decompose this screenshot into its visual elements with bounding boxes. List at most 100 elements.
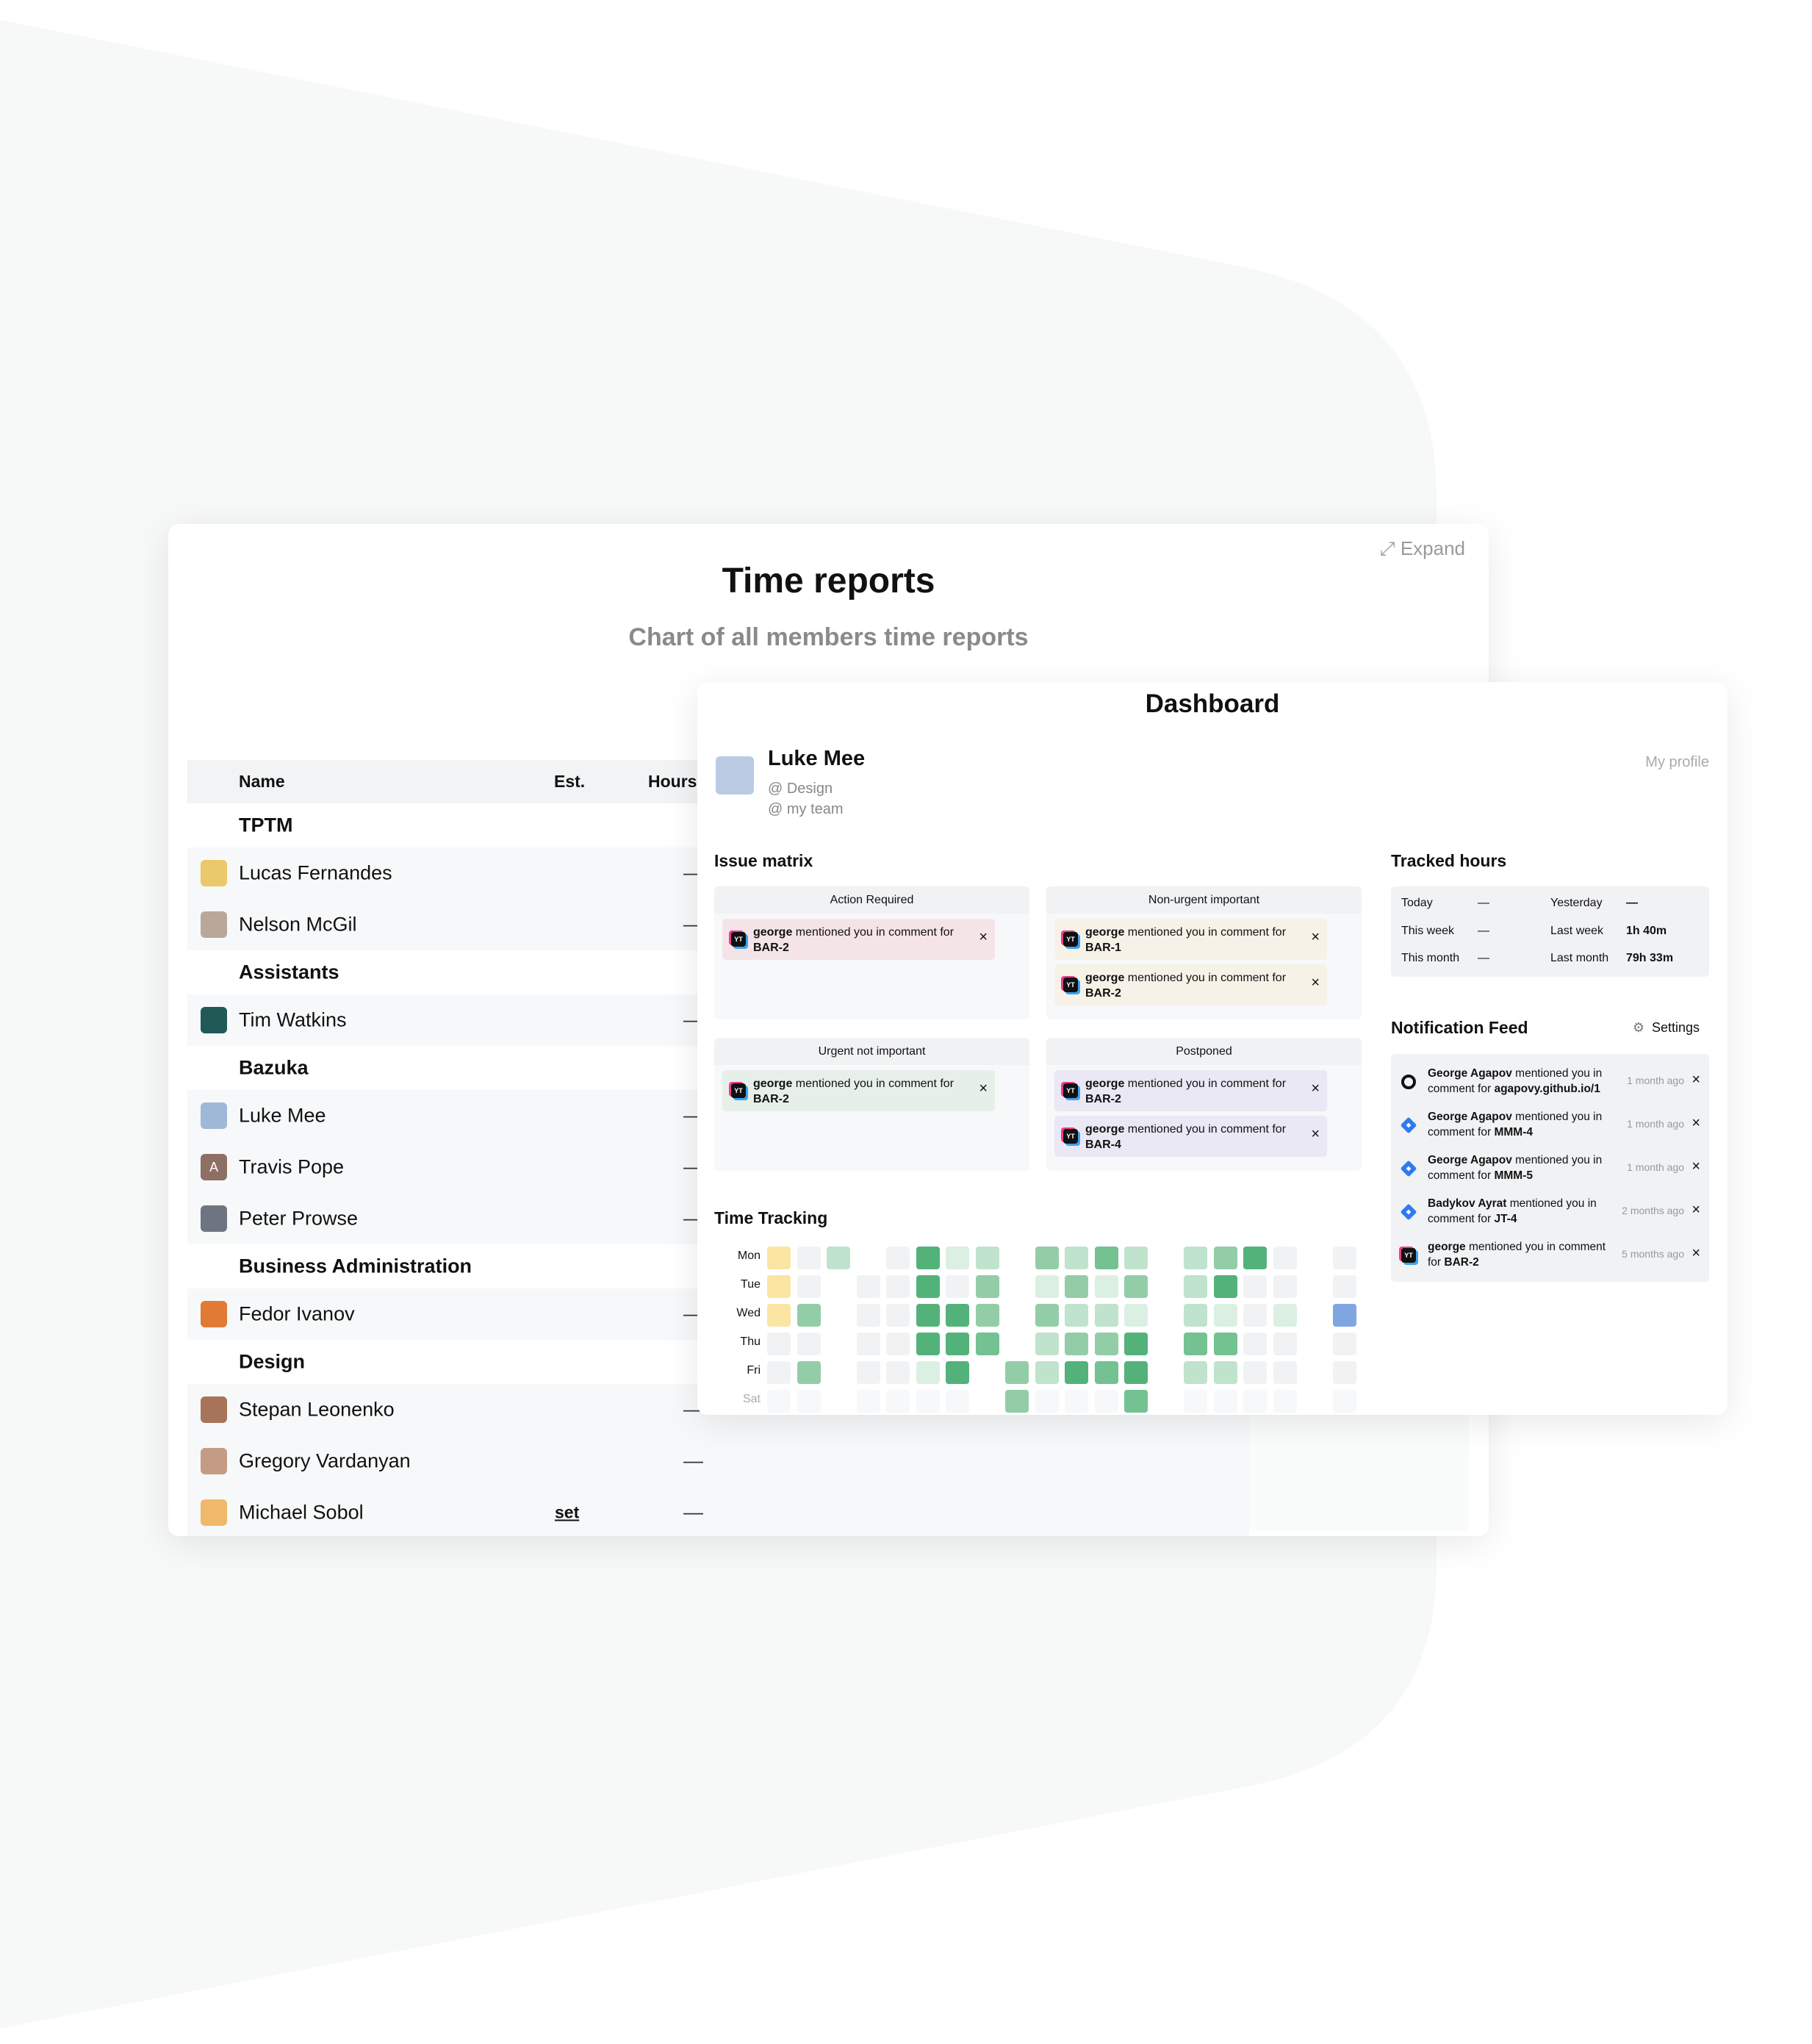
heatmap-cell[interactable] (946, 1361, 969, 1384)
heatmap-cell[interactable] (886, 1247, 910, 1269)
heatmap-cell[interactable] (1065, 1333, 1088, 1355)
heatmap-cell[interactable] (1184, 1275, 1207, 1298)
heatmap-cell[interactable] (946, 1247, 969, 1269)
heatmap-cell[interactable] (1273, 1275, 1297, 1298)
heatmap-cell[interactable] (1035, 1275, 1059, 1298)
heatmap-cell[interactable] (886, 1390, 910, 1413)
heatmap-cell[interactable] (1094, 1275, 1118, 1298)
heatmap-cell[interactable] (946, 1275, 969, 1298)
close-icon[interactable]: × (1311, 1080, 1320, 1097)
heatmap-cell[interactable] (1213, 1275, 1237, 1298)
issue-id[interactable]: BAR-1 (1085, 942, 1121, 954)
heatmap-cell[interactable] (767, 1361, 791, 1384)
member-row[interactable]: — Gregory Vardanyan (187, 1435, 1249, 1487)
heatmap-cell[interactable] (1273, 1361, 1297, 1384)
heatmap-cell[interactable] (767, 1390, 791, 1413)
heatmap-cell[interactable] (856, 1304, 880, 1327)
heatmap-cell[interactable] (1184, 1247, 1207, 1269)
heatmap-cell[interactable] (1213, 1304, 1237, 1327)
heatmap-cell[interactable] (1273, 1390, 1297, 1413)
close-icon[interactable]: × (1691, 1202, 1700, 1219)
profile-team-design[interactable]: @ Design (768, 781, 833, 797)
close-icon[interactable]: × (1691, 1158, 1700, 1175)
heatmap-cell[interactable] (886, 1333, 910, 1355)
heatmap-cell[interactable] (1124, 1275, 1148, 1298)
heatmap-cell[interactable] (856, 1390, 880, 1413)
heatmap-cell[interactable] (1213, 1333, 1237, 1355)
notification-item[interactable]: YT george mentioned you in comment for BA… (1391, 1233, 1709, 1277)
heatmap-cell[interactable] (1094, 1247, 1118, 1269)
heatmap-cell[interactable] (1035, 1390, 1059, 1413)
heatmap-cell[interactable] (1005, 1390, 1029, 1413)
heatmap-cell[interactable] (1124, 1247, 1148, 1269)
column-name[interactable]: Name (239, 772, 285, 792)
heatmap-cell[interactable] (767, 1275, 791, 1298)
heatmap-cell[interactable] (1184, 1304, 1207, 1327)
heatmap-cell[interactable] (1035, 1333, 1059, 1355)
issue-item[interactable]: YT george mentioned you in comment for BAR… (1054, 919, 1327, 960)
notification-target[interactable]: agapovy.github.io/1 (1494, 1083, 1600, 1095)
heatmap-cell[interactable] (1184, 1361, 1207, 1384)
heatmap-cell[interactable] (856, 1333, 880, 1355)
heatmap-cell[interactable] (1065, 1247, 1088, 1269)
heatmap-cell[interactable] (1094, 1304, 1118, 1327)
heatmap-cell[interactable] (856, 1361, 880, 1384)
heatmap-cell[interactable] (1065, 1304, 1088, 1327)
avatar[interactable] (716, 756, 754, 795)
column-hours[interactable]: Hours (648, 772, 697, 792)
set-estimate-link[interactable]: set (555, 1503, 579, 1523)
notification-target[interactable]: MMM-5 (1494, 1169, 1533, 1182)
heatmap-cell[interactable] (1273, 1304, 1297, 1327)
heatmap-cell[interactable] (827, 1247, 850, 1269)
heatmap-cell[interactable] (1273, 1247, 1297, 1269)
heatmap-cell[interactable] (1035, 1361, 1059, 1384)
heatmap-cell[interactable] (767, 1333, 791, 1355)
heatmap-cell[interactable] (1213, 1390, 1237, 1413)
heatmap-cell[interactable] (767, 1304, 791, 1327)
heatmap-cell[interactable] (1213, 1361, 1237, 1384)
heatmap-cell[interactable] (975, 1304, 999, 1327)
heatmap-cell[interactable] (1065, 1275, 1088, 1298)
close-icon[interactable]: × (979, 929, 988, 946)
heatmap-cell[interactable] (797, 1247, 821, 1269)
profile-team-my-team[interactable]: @ my team (768, 801, 844, 818)
heatmap-cell[interactable] (886, 1304, 910, 1327)
issue-id[interactable]: BAR-2 (753, 942, 789, 954)
notification-item[interactable]: Badykov Ayrat mentioned you in comment f… (1391, 1190, 1709, 1233)
heatmap-cell[interactable] (916, 1390, 940, 1413)
heatmap-cell[interactable] (797, 1275, 821, 1298)
heatmap-cell[interactable] (1332, 1247, 1356, 1269)
column-est[interactable]: Est. (554, 772, 585, 792)
issue-item[interactable]: YT george mentioned you in comment for BAR… (1054, 964, 1327, 1005)
issue-item[interactable]: YT george mentioned you in comment for BAR… (1054, 1070, 1327, 1111)
expand-button[interactable]: ⤢ Expand (1380, 537, 1465, 561)
close-icon[interactable]: × (1691, 1072, 1700, 1089)
close-icon[interactable]: × (1311, 929, 1320, 946)
close-icon[interactable]: × (1311, 1126, 1320, 1143)
heatmap-cell[interactable] (1243, 1247, 1267, 1269)
notification-item[interactable]: George Agapov mentioned you in comment f… (1391, 1103, 1709, 1147)
heatmap-cell[interactable] (886, 1361, 910, 1384)
issue-id[interactable]: BAR-4 (1085, 1138, 1121, 1151)
heatmap-cell[interactable] (1243, 1390, 1267, 1413)
issue-item[interactable]: YT george mentioned you in comment for BAR… (722, 1070, 995, 1111)
heatmap-cell[interactable] (1332, 1304, 1356, 1327)
heatmap-cell[interactable] (856, 1275, 880, 1298)
notification-target[interactable]: JT-4 (1494, 1213, 1517, 1225)
notification-target[interactable]: MMM-4 (1494, 1126, 1533, 1138)
heatmap-cell[interactable] (1273, 1333, 1297, 1355)
heatmap-cell[interactable] (975, 1247, 999, 1269)
heatmap-cell[interactable] (1332, 1361, 1356, 1384)
heatmap-cell[interactable] (975, 1275, 999, 1298)
issue-item[interactable]: YT george mentioned you in comment for BAR… (1054, 1116, 1327, 1157)
heatmap-cell[interactable] (1094, 1390, 1118, 1413)
heatmap-cell[interactable] (946, 1333, 969, 1355)
heatmap-cell[interactable] (1243, 1333, 1267, 1355)
heatmap-cell[interactable] (886, 1275, 910, 1298)
settings-button[interactable]: ⚙ Settings (1633, 1020, 1700, 1036)
heatmap-cell[interactable] (1332, 1390, 1356, 1413)
heatmap-cell[interactable] (1005, 1361, 1029, 1384)
heatmap-cell[interactable] (797, 1361, 821, 1384)
issue-id[interactable]: BAR-2 (1085, 987, 1121, 1000)
heatmap-cell[interactable] (1094, 1361, 1118, 1384)
